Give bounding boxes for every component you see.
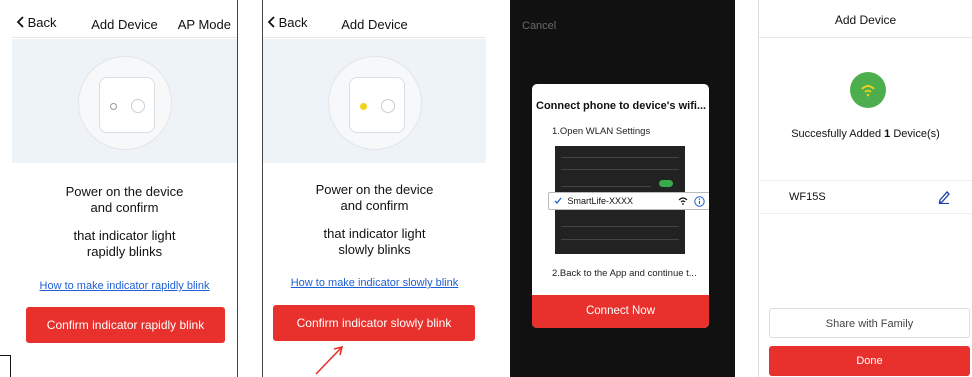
connect-now-button[interactable]: Connect Now (532, 295, 709, 328)
instruction-line: that indicator light (323, 226, 426, 241)
smart-plug-image (348, 77, 405, 133)
step-two: 2.Back to the App and continue t... (552, 268, 697, 279)
indicator-light (109, 103, 117, 110)
shot-network-row (561, 231, 679, 240)
shot-status-row (561, 150, 679, 158)
confirm-rapid-blink-button[interactable]: Confirm indicator rapidly blink (26, 307, 225, 343)
shot-title-row (561, 161, 679, 170)
pencil-icon[interactable] (938, 190, 950, 204)
toggle-switch (659, 180, 673, 187)
instruction-line: and confirm (90, 200, 159, 215)
arrow-annotation-icon (315, 345, 344, 375)
device-illustration (263, 39, 486, 163)
wifi-network-item[interactable]: SmartLife-XXXX (548, 192, 709, 210)
device-row[interactable]: WF15S (759, 180, 972, 214)
share-with-family-button[interactable]: Share with Family (769, 308, 970, 338)
device-name: WF15S (789, 191, 826, 203)
instruction-line: that indicator light (73, 228, 176, 243)
page-title: Add Device (341, 17, 408, 32)
wifi-icon (861, 85, 875, 97)
cancel-button[interactable]: Cancel (522, 20, 556, 32)
wifi-icon (678, 197, 688, 205)
checkmark-icon (554, 197, 562, 204)
connect-wifi-dialog: Connect phone to device's wifi... 1.Open… (532, 84, 709, 328)
ap-mode-button[interactable]: AP Mode (178, 17, 231, 32)
instruction-line: Power on the device (65, 184, 184, 199)
success-badge (850, 72, 886, 108)
smart-plug-image (98, 77, 155, 133)
indicator-light (359, 103, 367, 110)
instruction-line: Power on the device (315, 182, 434, 197)
network-name: SmartLife-XXXX (567, 196, 634, 206)
add-device-ez-mode-screen: Back Add Device Power on the device and … (262, 0, 486, 377)
shot-network-row (561, 218, 679, 227)
help-link[interactable]: How to make indicator slowly blink (263, 277, 486, 289)
add-device-ap-mode-screen: Back Add Device AP Mode Power on the dev… (12, 0, 238, 377)
device-illustration (12, 39, 237, 163)
header: Back Add Device AP Mode (12, 0, 237, 38)
dialog-title: Connect phone to device's wifi... (536, 100, 707, 112)
success-message: Succesfully Added 1 Device(s) (759, 128, 972, 140)
device-added-screen: Add Device Succesfully Added 1 Device(s)… (758, 0, 972, 377)
device-circle (327, 56, 422, 150)
step-one: 1.Open WLAN Settings (552, 126, 651, 137)
success-prefix: Succesfully Added (791, 128, 885, 140)
power-button-icon (130, 99, 145, 113)
connect-wifi-screen: Cancel Connect phone to device's wifi...… (510, 0, 735, 377)
done-button[interactable]: Done (769, 346, 970, 376)
page-title: Add Device (834, 13, 897, 27)
header: Back Add Device (263, 0, 486, 38)
header: Add Device (759, 0, 972, 38)
info-icon[interactable] (694, 196, 705, 207)
help-link[interactable]: How to make indicator rapidly blink (12, 280, 237, 292)
device-circle (77, 56, 172, 150)
shot-wlan-row (561, 178, 651, 187)
confirm-slow-blink-button[interactable]: Confirm indicator slowly blink (273, 305, 475, 341)
instruction-line: slowly blinks (338, 242, 411, 257)
instruction-line: rapidly blinks (86, 244, 163, 259)
screenshot-root: Back Add Device AP Mode Power on the dev… (0, 0, 972, 377)
success-suffix: Device(s) (890, 128, 940, 140)
instruction-line: and confirm (340, 198, 409, 213)
corner-bracket (0, 355, 11, 377)
power-button-icon (380, 99, 395, 113)
